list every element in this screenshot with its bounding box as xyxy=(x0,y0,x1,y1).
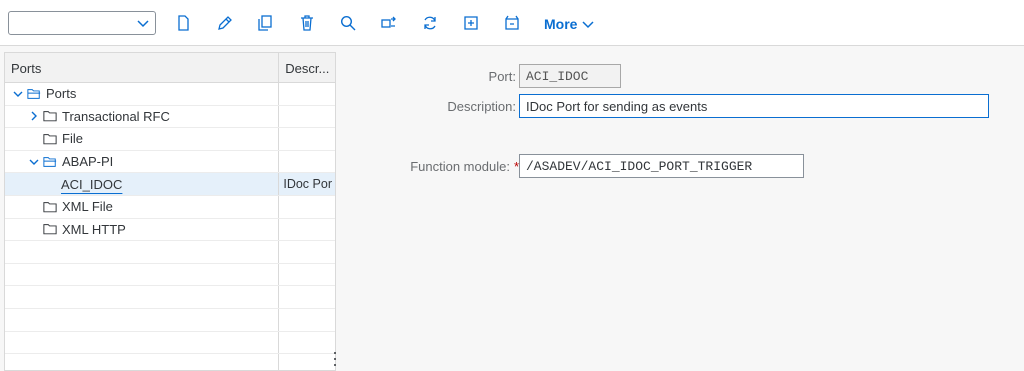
clear-icon xyxy=(505,15,519,30)
tree-row-name-cell: File xyxy=(5,128,280,150)
folder-icon xyxy=(43,132,59,146)
port-label: Port: xyxy=(488,69,516,84)
function-module-label: Function module: * xyxy=(380,159,519,174)
more-button[interactable]: More xyxy=(544,14,595,34)
description-label: Description: xyxy=(447,99,516,114)
tree-row[interactable]: Transactional RFC xyxy=(5,105,335,129)
tree-row-description-cell xyxy=(279,264,335,286)
tree-row[interactable]: ABAP-PI xyxy=(5,150,335,174)
ports-tree-table: Ports Descr... Ports Transactional RFC Fil… xyxy=(4,52,336,371)
tree-row[interactable]: ACI_IDOC IDoc Por xyxy=(5,173,335,196)
tree-row xyxy=(5,354,335,370)
tree-row-description-cell xyxy=(279,309,335,331)
new-icon xyxy=(178,15,189,31)
description-input[interactable]: IDoc Port for sending as events xyxy=(519,94,989,118)
tree-row-name-cell xyxy=(5,263,280,286)
tree-row-name-cell: ACI_IDOC xyxy=(5,173,280,195)
tree-body: Ports Transactional RFC File ABAP-PI ACI_IDO… xyxy=(5,83,335,370)
column-header-description[interactable]: Descr... xyxy=(279,53,335,82)
tree-row-label: XML File xyxy=(62,199,113,215)
find-next-button[interactable] xyxy=(378,12,400,34)
tree-row[interactable]: File xyxy=(5,128,335,151)
tree-row-description-cell: IDoc Por xyxy=(283,177,332,192)
tree-row-description-cell xyxy=(279,196,335,218)
tree-row xyxy=(5,308,335,332)
new-button[interactable] xyxy=(172,12,194,34)
tree-row-label: ABAP-PI xyxy=(62,154,114,170)
tree-row-name-cell xyxy=(5,354,280,370)
tree-row-description-cell xyxy=(279,286,335,308)
tree-row-name-cell: XML HTTP xyxy=(5,218,280,241)
folder-open-icon xyxy=(27,87,43,101)
tree-row-name-cell: XML File xyxy=(5,195,280,218)
column-header-ports[interactable]: Ports xyxy=(5,53,280,82)
copy-icon xyxy=(258,15,272,31)
tree-row-name-cell xyxy=(5,308,280,331)
tree-row-name-cell: ABAP-PI xyxy=(5,150,280,173)
expand-arrow-down-icon[interactable] xyxy=(27,155,41,169)
tree-row xyxy=(5,263,335,287)
tree-row-description-cell xyxy=(279,332,335,354)
edit-icon xyxy=(218,16,232,30)
tree-row-name-cell xyxy=(5,241,280,263)
tree-row-description-cell xyxy=(279,151,335,173)
tree-row-name-cell: Ports xyxy=(5,83,280,105)
tree-row-name-cell xyxy=(5,286,280,308)
tree-row-name-cell xyxy=(5,331,280,354)
tree-row-description-cell xyxy=(279,354,335,370)
chevron-down-icon xyxy=(582,21,594,29)
refresh-button[interactable] xyxy=(419,12,441,34)
tree-row-description-cell xyxy=(279,128,335,150)
tree-row-label: ACI_IDOC xyxy=(61,176,123,192)
expand-arrow-right-icon[interactable] xyxy=(27,109,41,123)
add-icon xyxy=(464,16,478,30)
tree-row[interactable]: Ports xyxy=(5,83,335,106)
function-module-input[interactable]: /ASADEV/ACI_IDOC_PORT_TRIGGER xyxy=(519,154,804,178)
tree-row-label: Ports xyxy=(46,86,77,102)
clear-button[interactable] xyxy=(501,12,523,34)
more-label: More xyxy=(544,16,578,32)
chevron-down-icon xyxy=(137,20,149,28)
column-resize-handle[interactable] xyxy=(333,350,337,368)
add-button[interactable] xyxy=(460,12,482,34)
function-module-label-text: Function module: xyxy=(410,159,510,174)
search-button[interactable] xyxy=(337,12,359,34)
tree-header: Ports Descr... xyxy=(5,53,335,83)
tree-row-name-cell: Transactional RFC xyxy=(5,105,280,128)
tree-row[interactable]: XML File xyxy=(5,195,335,219)
refresh-icon xyxy=(424,16,436,30)
tree-row-label: File xyxy=(62,131,83,147)
search-icon xyxy=(340,15,356,31)
find-next-icon xyxy=(381,16,396,28)
folder-open-icon xyxy=(43,155,59,169)
tree-row-label: XML HTTP xyxy=(62,221,126,237)
delete-button[interactable] xyxy=(296,12,318,34)
tree-row-description-cell xyxy=(279,106,335,128)
tree-row xyxy=(5,241,335,264)
port-field: ACI_IDOC xyxy=(519,64,621,88)
tree-row xyxy=(5,286,335,309)
tree-row[interactable]: XML HTTP xyxy=(5,218,335,242)
tree-row xyxy=(5,331,335,355)
edit-button[interactable] xyxy=(214,12,236,34)
copy-button[interactable] xyxy=(254,12,276,34)
tree-row-description-cell xyxy=(279,241,335,263)
expand-arrow-down-icon[interactable] xyxy=(11,87,25,101)
delete-icon xyxy=(301,15,313,31)
tree-row-label: Transactional RFC xyxy=(62,108,170,124)
variant-select[interactable] xyxy=(8,11,156,35)
folder-icon xyxy=(43,222,59,236)
tree-row-description-cell xyxy=(279,83,335,105)
tree-row-description-cell xyxy=(279,219,335,241)
folder-icon xyxy=(43,200,59,214)
toolbar: More xyxy=(0,0,1024,46)
folder-icon xyxy=(43,109,59,123)
